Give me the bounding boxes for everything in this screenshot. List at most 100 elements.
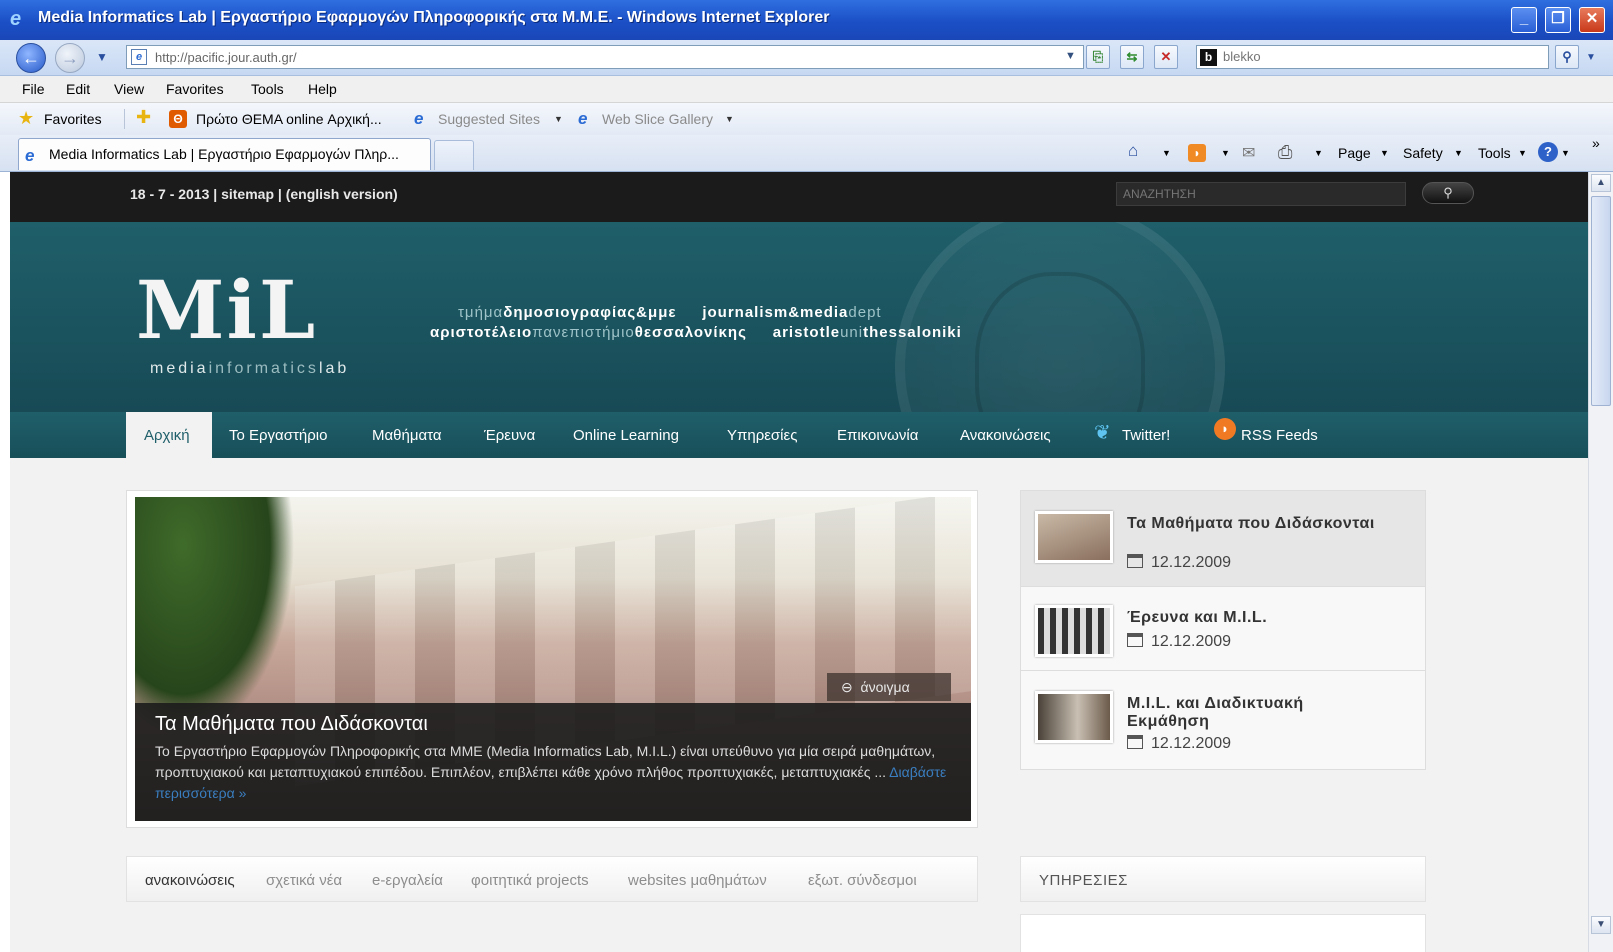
tagline-line-2: αριστοτέλειοπανεπιστήμιοθεσσαλονίκης ari… <box>430 324 962 341</box>
scroll-up-arrow-icon[interactable]: ▲ <box>1591 174 1611 192</box>
nav-rss-feeds[interactable]: RSS Feeds <box>1241 427 1318 444</box>
services-header: ΥΠΗΡΕΣΙΕΣ <box>1020 856 1426 902</box>
search-options-dropdown-icon[interactable]: ▼ <box>1586 52 1596 63</box>
menu-tools[interactable]: Tools <box>251 81 284 97</box>
site-banner: MiL mediainformaticslab τμήμαδημοσιογραφ… <box>10 222 1588 412</box>
compatibility-view-icon[interactable]: ⎘ <box>1086 45 1110 69</box>
scroll-down-arrow-icon[interactable]: ▼ <box>1591 916 1611 934</box>
nav-online-learning[interactable]: Online Learning <box>573 427 679 444</box>
tools-menu[interactable]: Tools <box>1478 145 1511 161</box>
nav-lab[interactable]: Το Εργαστήριο <box>229 427 327 444</box>
tab-media-informatics-lab[interactable]: e Media Informatics Lab | Εργαστήριο Εφα… <box>18 138 431 170</box>
feeds-icon[interactable]: ◗ <box>1188 144 1206 162</box>
site-search-input[interactable] <box>1123 187 1393 201</box>
list-item[interactable]: M.I.L. και Διαδικτυακή Εκμάθηση 12.12.20… <box>1021 671 1425 769</box>
article-date: 12.12.2009 <box>1127 735 1231 753</box>
print-icon[interactable]: ⎙ <box>1278 142 1292 163</box>
favorite-protothema[interactable]: Πρώτο ΘΕΜΑ online Αρχική... <box>196 111 382 127</box>
page-menu[interactable]: Page <box>1338 145 1371 161</box>
tab-student-projects[interactable]: φοιτητικά projects <box>471 872 589 889</box>
tab-external-links[interactable]: εξωτ. σύνδεσμοι <box>808 872 917 889</box>
favorites-button[interactable]: Favorites <box>44 111 102 127</box>
slider-title[interactable]: Τα Μαθήματα που Διδάσκονται <box>155 713 428 736</box>
menu-help[interactable]: Help <box>308 81 337 97</box>
article-title: Τα Μαθήματα που Διδάσκονται <box>1127 515 1375 532</box>
tab-e-tools[interactable]: e-εργαλεία <box>372 872 443 889</box>
article-thumbnail <box>1035 605 1113 657</box>
print-dropdown-icon[interactable]: ▼ <box>1314 148 1323 158</box>
menu-favorites[interactable]: Favorites <box>166 81 224 97</box>
search-box[interactable]: b <box>1196 45 1549 69</box>
back-button[interactable]: ← <box>16 43 46 73</box>
suggested-sites-dropdown-icon[interactable]: ▼ <box>554 114 563 124</box>
home-dropdown-icon[interactable]: ▼ <box>1162 148 1171 158</box>
calendar-icon <box>1127 554 1143 568</box>
help-icon[interactable]: ? <box>1538 142 1558 162</box>
magnifier-icon: ⚲ <box>1443 185 1453 200</box>
list-item[interactable]: Τα Μαθήματα που Διδάσκονται 12.12.2009 <box>1021 491 1425 587</box>
date-sitemap-links[interactable]: 18 - 7 - 2013 | sitemap | (english versi… <box>130 186 398 202</box>
new-tab-button[interactable] <box>434 140 474 170</box>
add-to-favorites-icon[interactable]: ✚ <box>136 107 151 128</box>
content-tabs: ανακοινώσεις σχετικά νέα e-εργαλεία φοιτ… <box>126 856 978 902</box>
menu-view[interactable]: View <box>114 81 144 97</box>
search-input[interactable] <box>1223 49 1533 64</box>
tab-announcements[interactable]: ανακοινώσεις <box>145 872 235 889</box>
help-dropdown-icon[interactable]: ▼ <box>1561 148 1570 158</box>
read-mail-icon[interactable]: ✉ <box>1242 143 1255 163</box>
open-toggle[interactable]: ⊖ άνοιγμα <box>827 673 951 701</box>
nav-contact[interactable]: Επικοινωνία <box>837 427 918 444</box>
slider-caption: Τα Μαθήματα που Διδάσκονται Το Εργαστήρι… <box>135 703 971 821</box>
address-dropdown-icon[interactable]: ▼ <box>1065 50 1076 62</box>
article-thumbnail <box>1035 511 1113 563</box>
favorite-web-slice-gallery[interactable]: Web Slice Gallery <box>602 111 713 127</box>
nav-courses[interactable]: Μαθήματα <box>372 427 442 444</box>
site-search-box[interactable] <box>1116 182 1406 206</box>
featured-photo[interactable]: ⊖ άνοιγμα Τα Μαθήματα που Διδάσκονται Το… <box>135 497 971 821</box>
tab-course-websites[interactable]: websites μαθημάτων <box>628 872 767 889</box>
site-navigation: Αρχική Το Εργαστήριο Μαθήματα Έρευνα Onl… <box>10 412 1588 458</box>
more-commands-icon[interactable]: » <box>1592 135 1600 151</box>
address-url[interactable]: http://pacific.jour.auth.gr/ <box>155 50 297 65</box>
close-window-button[interactable]: ✕ <box>1579 7 1605 33</box>
stop-icon[interactable]: ✕ <box>1154 45 1178 69</box>
home-icon[interactable]: ⌂ <box>1128 141 1138 161</box>
university-seal-watermark <box>895 222 1225 412</box>
services-panel <box>1020 914 1426 952</box>
safety-dropdown-icon[interactable]: ▼ <box>1454 148 1463 158</box>
minimize-button[interactable]: _ <box>1511 7 1537 33</box>
menu-edit[interactable]: Edit <box>66 81 90 97</box>
address-bar[interactable]: e http://pacific.jour.auth.gr/ ▼ <box>126 45 1084 69</box>
web-slice-dropdown-icon[interactable]: ▼ <box>725 114 734 124</box>
logo-subtitle: mediainformaticslab <box>150 360 350 377</box>
nav-announcements[interactable]: Ανακοινώσεις <box>960 427 1051 444</box>
recent-pages-dropdown-icon[interactable]: ▼ <box>96 50 108 64</box>
search-icon[interactable]: ⚲ <box>1555 45 1579 69</box>
page-dropdown-icon[interactable]: ▼ <box>1380 148 1389 158</box>
refresh-icon[interactable]: ⇆ <box>1120 45 1144 69</box>
site-search-button[interactable]: ⚲ <box>1422 182 1474 204</box>
nav-home[interactable]: Αρχική <box>126 412 212 458</box>
article-title: Έρευνα και M.I.L. <box>1127 609 1268 626</box>
nav-services[interactable]: Υπηρεσίες <box>727 427 797 444</box>
forward-button[interactable]: → <box>55 43 85 73</box>
menu-file[interactable]: File <box>22 81 45 97</box>
rss-icon: ◗ <box>1214 418 1236 440</box>
page-icon: e <box>131 49 147 65</box>
tab-ie-icon: e <box>25 146 35 165</box>
vertical-scrollbar[interactable]: ▲ ▼ <box>1588 172 1613 952</box>
tab-row: e Media Informatics Lab | Εργαστήριο Εφα… <box>0 135 1613 172</box>
tools-dropdown-icon[interactable]: ▼ <box>1518 148 1527 158</box>
mil-logo[interactable]: MiL mediainformaticslab <box>136 270 406 380</box>
tab-related-news[interactable]: σχετικά νέα <box>266 872 342 889</box>
article-thumbnail <box>1035 691 1113 743</box>
favorite-suggested-sites[interactable]: Suggested Sites <box>438 111 540 127</box>
scroll-thumb[interactable] <box>1591 196 1611 406</box>
nav-twitter[interactable]: Twitter! <box>1122 427 1170 444</box>
restore-button[interactable]: ❐ <box>1545 7 1571 33</box>
safety-menu[interactable]: Safety <box>1403 145 1443 161</box>
window-title: Media Informatics Lab | Εργαστήριο Εφαρμ… <box>38 9 830 26</box>
feeds-dropdown-icon[interactable]: ▼ <box>1221 148 1230 158</box>
list-item[interactable]: Έρευνα και M.I.L. 12.12.2009 <box>1021 587 1425 671</box>
nav-research[interactable]: Έρευνα <box>484 427 535 444</box>
